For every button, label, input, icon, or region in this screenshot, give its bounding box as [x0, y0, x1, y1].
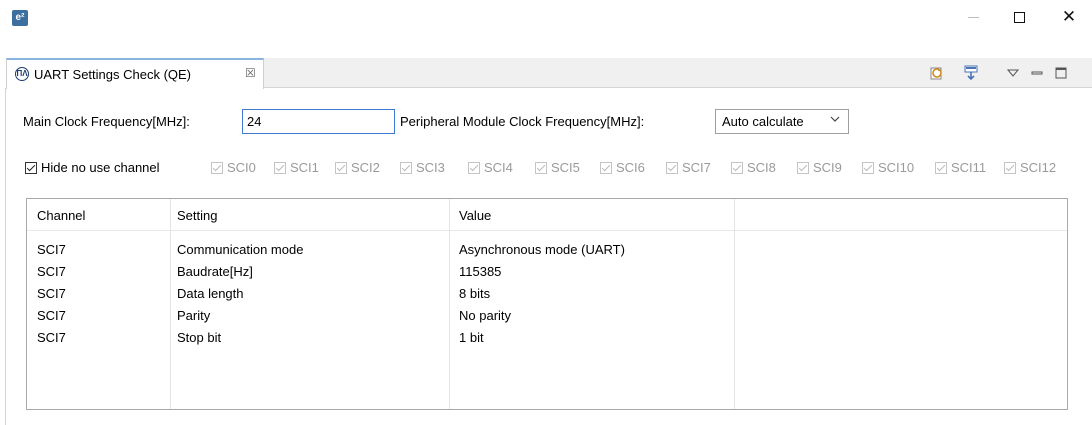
minimize-button[interactable] [950, 0, 996, 34]
main-clock-label: Main Clock Frequency[MHz]: [23, 114, 190, 129]
checkbox-label: Hide no use channel [41, 160, 160, 175]
sci0-checkbox[interactable]: SCI0 [211, 159, 256, 176]
column-header-value[interactable]: Value [459, 208, 491, 223]
main-clock-input[interactable] [242, 109, 395, 134]
sci4-checkbox[interactable]: SCI4 [468, 159, 513, 176]
checkbox-check-icon [400, 161, 412, 174]
checkbox-check-icon [935, 161, 947, 174]
sci6-checkbox[interactable]: SCI6 [600, 159, 645, 176]
checkbox-label: SCI10 [878, 160, 915, 175]
checkbox-label: SCI9 [813, 160, 842, 175]
minimize-icon [967, 16, 979, 18]
checkbox-check-icon [1004, 161, 1016, 174]
peripheral-clock-select[interactable]: Auto calculate [715, 109, 849, 134]
checkbox-label: SCI1 [290, 160, 319, 175]
maximize-icon [1013, 11, 1025, 23]
checkbox-label: SCI7 [682, 160, 711, 175]
e2-studio-app-icon: e² [12, 10, 28, 26]
checkbox-label: SCI4 [484, 160, 513, 175]
header-divider [27, 230, 1067, 231]
checkbox-check-icon [335, 161, 347, 174]
tab-label: UART Settings Check (QE) [34, 67, 192, 82]
peripheral-clock-label: Peripheral Module Clock Frequency[MHz]: [400, 114, 645, 129]
hide-no-use-channel-checkbox[interactable]: Hide no use channel [25, 159, 160, 176]
table-cell-setting: Communication mode [177, 242, 304, 257]
tab-close-icon[interactable]: ☒ [245, 66, 256, 80]
checkbox-check-icon [731, 161, 743, 174]
qe-view-icon: ΠΛ [15, 67, 29, 81]
sci3-checkbox[interactable]: SCI3 [400, 159, 445, 176]
checkbox-label: SCI5 [551, 160, 580, 175]
checkbox-check-icon [797, 161, 809, 174]
table-cell-setting: Parity [177, 308, 211, 323]
close-button[interactable]: ✕ [1046, 0, 1092, 34]
view-left-border [5, 88, 6, 425]
checkbox-check-icon [468, 161, 480, 174]
chevron-down-icon [830, 115, 840, 126]
checkbox-check-icon [25, 161, 37, 174]
sync-icon[interactable] [928, 64, 946, 82]
uart-settings-table[interactable]: Channel Setting Value SCI7 Communication… [26, 198, 1068, 410]
checkbox-label: SCI2 [351, 160, 380, 175]
minimize-view-icon[interactable] [1028, 64, 1046, 82]
maximize-button[interactable] [996, 0, 1042, 34]
sci10-checkbox[interactable]: SCI10 [862, 159, 914, 176]
table-cell-value: No parity [459, 308, 512, 323]
checkbox-check-icon [862, 161, 874, 174]
checkbox-label: SCI6 [616, 160, 645, 175]
sci9-checkbox[interactable]: SCI9 [797, 159, 842, 176]
checkbox-check-icon [600, 161, 612, 174]
sci5-checkbox[interactable]: SCI5 [535, 159, 580, 176]
peripheral-clock-selected: Auto calculate [722, 114, 804, 129]
table-cell-value: 115385 [459, 264, 502, 279]
column-header-setting[interactable]: Setting [177, 208, 217, 223]
sci8-checkbox[interactable]: SCI8 [731, 159, 776, 176]
tab-uart-settings-check[interactable]: ΠΛ UART Settings Check (QE) ☒ [6, 58, 264, 89]
view-menu-icon[interactable] [1004, 64, 1022, 82]
checkbox-check-icon [274, 161, 286, 174]
maximize-view-icon[interactable] [1052, 64, 1070, 82]
checkbox-label: SCI0 [227, 160, 256, 175]
table-cell-value: 8 bits [459, 286, 491, 301]
column-header-channel[interactable]: Channel [37, 208, 85, 223]
checkbox-check-icon [535, 161, 547, 174]
sci1-checkbox[interactable]: SCI1 [274, 159, 319, 176]
table-cell-setting: Data length [177, 286, 244, 301]
checkbox-check-icon [211, 161, 223, 174]
sci11-checkbox[interactable]: SCI11 [935, 159, 986, 176]
export-icon[interactable] [962, 64, 980, 82]
checkbox-label: SCI8 [747, 160, 776, 175]
close-icon: ✕ [1061, 7, 1077, 26]
table-cell-channel: SCI7 [37, 242, 66, 257]
table-cell-value: Asynchronous mode (UART) [459, 242, 625, 257]
table-cell-channel: SCI7 [37, 264, 66, 279]
table-cell-value: 1 bit [459, 330, 484, 345]
checkbox-label: SCI11 [951, 160, 987, 175]
table-cell-channel: SCI7 [37, 286, 66, 301]
table-cell-setting: Stop bit [177, 330, 222, 345]
sci2-checkbox[interactable]: SCI2 [335, 159, 380, 176]
sci7-checkbox[interactable]: SCI7 [666, 159, 711, 176]
checkbox-label: SCI3 [416, 160, 445, 175]
checkbox-label: SCI12 [1020, 160, 1057, 175]
window-titlebar: e² ✕ [0, 0, 1092, 34]
sci12-checkbox[interactable]: SCI12 [1004, 159, 1056, 176]
table-cell-channel: SCI7 [37, 330, 66, 345]
table-cell-setting: Baudrate[Hz] [177, 264, 253, 279]
table-cell-channel: SCI7 [37, 308, 66, 323]
checkbox-check-icon [666, 161, 678, 174]
